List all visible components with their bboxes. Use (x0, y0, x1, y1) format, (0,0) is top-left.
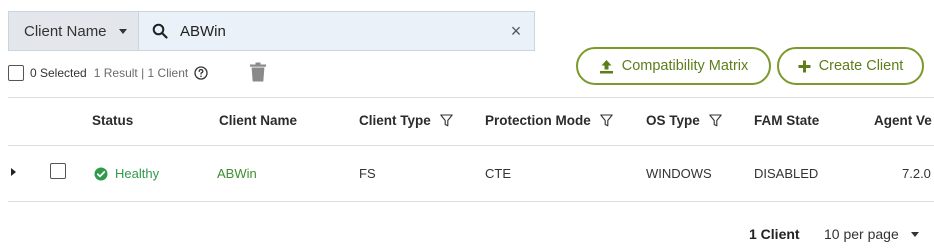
per-page-dropdown[interactable]: 10 per page (824, 226, 919, 242)
status-cell: Healthy (94, 166, 159, 181)
column-header-label: Protection Mode (485, 113, 591, 128)
column-header-protection-mode[interactable]: Protection Mode (485, 113, 613, 128)
column-header-status[interactable]: Status (92, 113, 133, 128)
compatibility-matrix-button[interactable]: Compatibility Matrix (576, 47, 771, 85)
client-type-cell: FS (359, 166, 376, 181)
column-header-label: Agent Ve (874, 113, 932, 128)
fam-state-cell: DISABLED (754, 166, 819, 181)
column-header-client-name[interactable]: Client Name (219, 113, 297, 128)
os-type-cell: WINDOWS (646, 166, 712, 181)
help-icon[interactable] (194, 66, 208, 80)
column-header-client-type[interactable]: Client Type (359, 113, 453, 128)
close-icon[interactable]: × (506, 21, 526, 41)
funnel-icon[interactable] (709, 114, 722, 127)
protection-mode-cell: CTE (485, 166, 511, 181)
column-header-label: OS Type (646, 113, 700, 128)
table-top-divider (8, 97, 934, 98)
table-header-divider (8, 145, 934, 146)
client-count: 1 Client (749, 226, 800, 242)
expand-row-icon[interactable] (11, 168, 16, 176)
column-header-agent-version[interactable]: Agent Ve (874, 113, 932, 128)
create-client-label: Create Client (818, 58, 904, 74)
column-header-fam-state[interactable]: FAM State (754, 113, 819, 128)
agent-version-cell: 7.2.0 (902, 166, 931, 181)
selected-count: 0 Selected (30, 66, 87, 80)
search-bar: Client Name × (8, 11, 535, 51)
client-name-link[interactable]: ABWin (217, 166, 257, 181)
status-text: Healthy (115, 166, 160, 181)
search-filter-dropdown[interactable]: Client Name (9, 12, 139, 50)
column-header-label: Status (92, 113, 134, 128)
select-all-checkbox[interactable] (8, 65, 24, 81)
trash-icon[interactable] (249, 62, 267, 82)
create-client-button[interactable]: Create Client (777, 47, 924, 85)
caret-down-icon (118, 28, 127, 34)
upload-icon (599, 59, 613, 73)
caret-down-icon (910, 231, 919, 237)
search-input[interactable] (180, 22, 480, 40)
column-header-label: Client Type (359, 113, 431, 128)
compatibility-matrix-label: Compatibility Matrix (621, 58, 749, 74)
check-circle-icon (94, 167, 108, 180)
row-checkbox[interactable] (50, 163, 66, 179)
funnel-icon[interactable] (600, 114, 613, 127)
search-icon (152, 23, 168, 39)
column-header-label: FAM State (754, 113, 820, 128)
funnel-icon[interactable] (440, 114, 453, 127)
per-page-label: 10 per page (824, 226, 899, 242)
results-summary: 1 Result | 1 Client (93, 66, 189, 80)
search-filter-label: Client Name (24, 22, 107, 40)
selection-bar: 0 Selected 1 Result | 1 Client (8, 64, 208, 82)
column-header-label: Client Name (219, 113, 298, 128)
column-header-os-type[interactable]: OS Type (646, 113, 722, 128)
search-field: × (139, 12, 534, 50)
plus-icon (798, 60, 811, 72)
table-bottom-divider (8, 201, 934, 202)
